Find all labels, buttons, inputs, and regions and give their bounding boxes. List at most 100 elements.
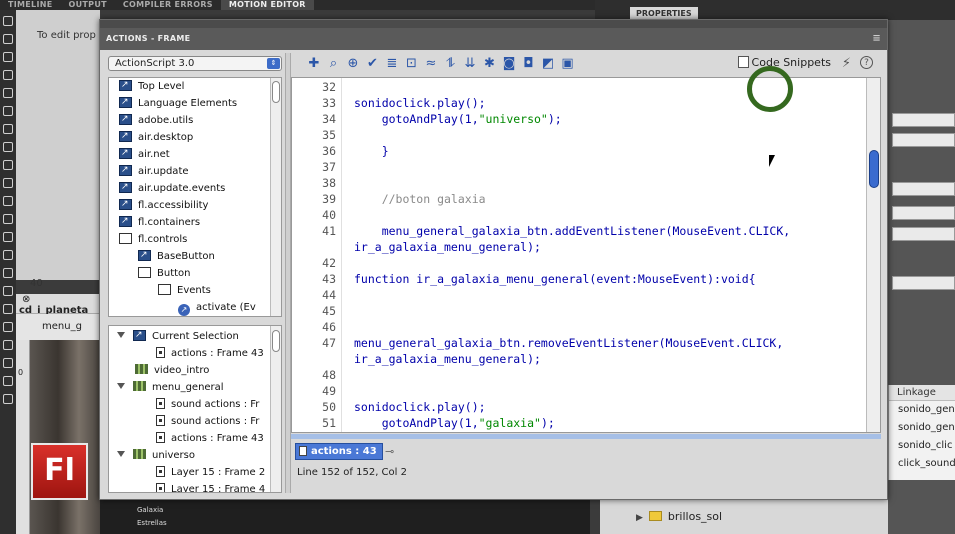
panel-grip[interactable]: [100, 20, 887, 28]
expand-triangle-icon[interactable]: [117, 332, 125, 338]
toolbox-item-language-elements[interactable]: Language Elements: [119, 94, 237, 112]
insert-target-path-icon[interactable]: ⊕: [346, 57, 360, 71]
linkage-cell[interactable]: sonido_gen: [889, 401, 955, 419]
zoom-tool-icon[interactable]: [3, 286, 13, 296]
toolbox-item-air-update[interactable]: air.update: [119, 162, 189, 180]
find-icon[interactable]: ⌕: [327, 57, 341, 71]
property-field[interactable]: [892, 113, 955, 127]
show-code-hint-icon[interactable]: ⊡: [405, 57, 419, 71]
toolbox-item-activate[interactable]: ↗ activate (Ev: [178, 299, 256, 316]
scrollbar-thumb[interactable]: [272, 81, 280, 103]
eraser-tool-icon[interactable]: [3, 250, 13, 260]
auto-format-icon[interactable]: ≣: [385, 57, 399, 71]
code-line[interactable]: function ir_a_galaxia_menu_general(event…: [354, 271, 756, 287]
straighten-icon[interactable]: [3, 394, 13, 404]
bone-tool-icon[interactable]: [3, 196, 13, 206]
apply-block-comment-icon[interactable]: ◙: [502, 57, 516, 71]
text-tool-icon[interactable]: [3, 106, 13, 116]
collapse-selection-icon[interactable]: ⇊: [463, 57, 477, 71]
code-line[interactable]: menu_general_galaxia_btn.addEventListene…: [354, 223, 791, 239]
code-scrollbar[interactable]: [866, 78, 880, 432]
toolbox-item-button[interactable]: Button: [138, 265, 191, 282]
line-tool-icon[interactable]: [3, 124, 13, 134]
tab-timeline[interactable]: TIMELINE: [0, 0, 61, 10]
snap-icon[interactable]: [3, 358, 13, 368]
linkage-cell[interactable]: click_sound: [889, 455, 955, 473]
property-field[interactable]: [892, 182, 955, 196]
code-line[interactable]: sonidoclick.play();: [354, 95, 486, 111]
nav-item-sound-actions[interactable]: sound actions : Fr: [156, 396, 259, 413]
code-line[interactable]: gotoAndPlay(1,"universo");: [354, 111, 562, 127]
scene-tab[interactable]: ⊗ cd_i_planeta: [16, 294, 100, 316]
toolbox-item-top-level[interactable]: Top Level: [119, 78, 184, 95]
paint-bucket-tool-icon[interactable]: [3, 214, 13, 224]
selection-tool-icon[interactable]: [3, 16, 13, 26]
fill-color-icon[interactable]: [3, 322, 13, 332]
navigator-scrollbar[interactable]: [270, 326, 281, 492]
property-field[interactable]: [892, 227, 955, 241]
property-field[interactable]: [892, 206, 955, 220]
tab-compiler-errors[interactable]: COMPILER ERRORS: [115, 0, 221, 10]
code-line[interactable]: ir_a_galaxia_menu_general);: [354, 239, 541, 255]
apply-line-comment-icon[interactable]: ◘: [522, 57, 536, 71]
language-select[interactable]: ActionScript 3.0 ⇕: [108, 56, 282, 71]
code-snippets-button[interactable]: Code Snippets: [737, 56, 831, 69]
linkage-cell[interactable]: sonido_clic: [889, 437, 955, 455]
toolbox-item-fl-accessibility[interactable]: fl.accessibility: [119, 196, 208, 214]
toolbox-scrollbar[interactable]: [270, 78, 281, 316]
toolbox-item-air-desktop[interactable]: air.desktop: [119, 128, 193, 146]
add-item-icon[interactable]: ✚: [307, 57, 321, 71]
nav-item-layer-15[interactable]: Layer 15 : Frame 4: [156, 481, 265, 492]
transform-tool-icon[interactable]: [3, 52, 13, 62]
property-field[interactable]: [892, 133, 955, 147]
scrollbar-thumb[interactable]: [272, 330, 280, 352]
stage-canvas[interactable]: [30, 340, 100, 534]
code-area[interactable]: 32 33 34 35 36 37 38 39 40 41 42 43 44 45 46 47 48 49 50 51…: [291, 77, 881, 433]
code-line[interactable]: }: [354, 143, 389, 159]
nav-item-actions-frame-43[interactable]: actions : Frame 43: [156, 345, 264, 362]
panel-menu-icon[interactable]: ≡: [872, 28, 881, 50]
pencil-tool-icon[interactable]: [3, 160, 13, 170]
code-line[interactable]: menu_general_galaxia_btn.removeEventList…: [354, 335, 783, 351]
expand-all-icon[interactable]: ✱: [483, 57, 497, 71]
code-line[interactable]: gotoAndPlay(1,"galaxia");: [354, 415, 555, 431]
lasso-tool-icon[interactable]: [3, 70, 13, 80]
nav-item-universo[interactable]: universo: [117, 447, 195, 464]
rectangle-tool-icon[interactable]: [3, 142, 13, 152]
code-line[interactable]: //boton galaxia: [354, 191, 486, 207]
hand-tool-icon[interactable]: [3, 268, 13, 278]
linkage-column-header[interactable]: Linkage: [889, 385, 955, 401]
nav-item-actions-frame-43[interactable]: actions : Frame 43: [156, 430, 264, 447]
stroke-color-icon[interactable]: [3, 304, 13, 314]
toolbox-item-events[interactable]: Events: [158, 282, 211, 299]
toolbox-item-fl-containers[interactable]: fl.containers: [119, 213, 200, 231]
scrollbar-thumb[interactable]: [869, 150, 879, 188]
toolbox-item-air-update-events[interactable]: air.update.events: [119, 179, 225, 197]
code-line[interactable]: sonidoclick.play();: [354, 399, 486, 415]
swap-colors-icon[interactable]: [3, 340, 13, 350]
toolbox-item-fl-controls[interactable]: fl.controls: [119, 231, 187, 248]
pin-script-icon[interactable]: ⊸: [385, 445, 394, 458]
toolbox-item-air-net[interactable]: air.net: [119, 145, 170, 163]
check-syntax-icon[interactable]: ✔: [366, 57, 380, 71]
expand-triangle-icon[interactable]: [117, 383, 125, 389]
script-tab-actions-43[interactable]: actions : 43: [295, 443, 383, 460]
remove-comment-icon[interactable]: ◩: [541, 57, 555, 71]
script-assist-wand-icon[interactable]: ⚡: [842, 56, 851, 71]
code-line[interactable]: ir_a_galaxia_menu_general);: [354, 351, 541, 367]
debug-options-icon[interactable]: ≈: [424, 57, 438, 71]
expand-triangle-icon[interactable]: [117, 451, 125, 457]
collapse-between-braces-icon[interactable]: ⥮: [444, 57, 458, 71]
eyedropper-tool-icon[interactable]: [3, 232, 13, 242]
pen-tool-icon[interactable]: [3, 88, 13, 98]
toolbox-item-adobe-utils[interactable]: adobe.utils: [119, 111, 193, 129]
smooth-icon[interactable]: [3, 376, 13, 386]
help-icon[interactable]: ?: [860, 56, 873, 69]
library-item[interactable]: ▶ brillos_sol: [636, 510, 722, 523]
nav-item-sound-actions[interactable]: sound actions : Fr: [156, 413, 259, 430]
subselection-tool-icon[interactable]: [3, 34, 13, 44]
nav-item-video-intro[interactable]: video_intro: [135, 362, 209, 379]
tab-motion-editor[interactable]: MOTION EDITOR: [220, 0, 314, 10]
linkage-cell[interactable]: sonido_gen: [889, 419, 955, 437]
nav-item-current-selection[interactable]: Current Selection: [117, 327, 239, 345]
